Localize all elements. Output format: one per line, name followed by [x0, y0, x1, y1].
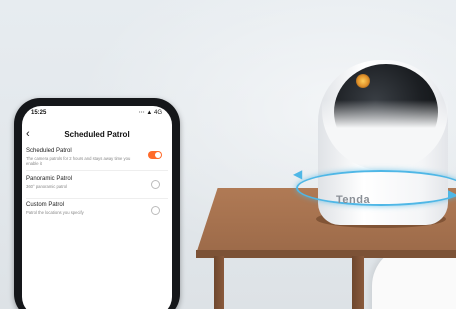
option-description: Patrol the locations you specify — [26, 210, 84, 215]
option-custom-patrol[interactable]: Custom Patrol Patrol the locations you s… — [22, 202, 172, 230]
option-title: Custom Patrol — [26, 202, 65, 208]
page-title: Scheduled Patrol — [64, 130, 130, 139]
custom-patrol-radio[interactable] — [151, 206, 160, 215]
table-leg — [214, 256, 224, 309]
scheduled-patrol-toggle[interactable] — [148, 151, 162, 159]
camera-brand-logo: Tenda — [336, 194, 371, 206]
nav-bar: ‹ Scheduled Patrol — [22, 126, 172, 144]
option-description: The camera patrols for 2 hours and stays… — [26, 156, 131, 166]
phone-screen: 15:25 ⋯ ▲ 4G ‹ Scheduled Patrol Schedule… — [22, 106, 172, 309]
camera-lens — [356, 74, 370, 88]
option-title: Panoramic Patrol — [26, 176, 73, 182]
option-panoramic-patrol[interactable]: Panoramic Patrol 360° panoramic patrol — [22, 176, 172, 204]
status-icons: ⋯ ▲ 4G — [138, 110, 162, 116]
status-time: 15:25 — [31, 110, 47, 116]
status-bar: 15:25 ⋯ ▲ 4G — [22, 106, 172, 122]
table-leg — [352, 256, 364, 309]
option-scheduled-patrol[interactable]: Scheduled Patrol The camera patrols for … — [22, 148, 172, 176]
option-title: Scheduled Patrol — [26, 148, 72, 154]
divider — [26, 170, 168, 171]
panoramic-patrol-radio[interactable] — [151, 180, 160, 189]
rotation-arrow-icon: ◀ — [293, 167, 303, 181]
option-description: 360° panoramic patrol — [26, 184, 68, 189]
rotation-arrow-icon: ▶ — [448, 187, 456, 201]
product-scene: ◀ ▶ Tenda 15:25 ⋯ ▲ 4G ‹ Scheduled Patro… — [0, 0, 456, 309]
divider — [26, 198, 168, 199]
table-edge — [196, 250, 456, 258]
rotation-ring — [296, 170, 456, 206]
